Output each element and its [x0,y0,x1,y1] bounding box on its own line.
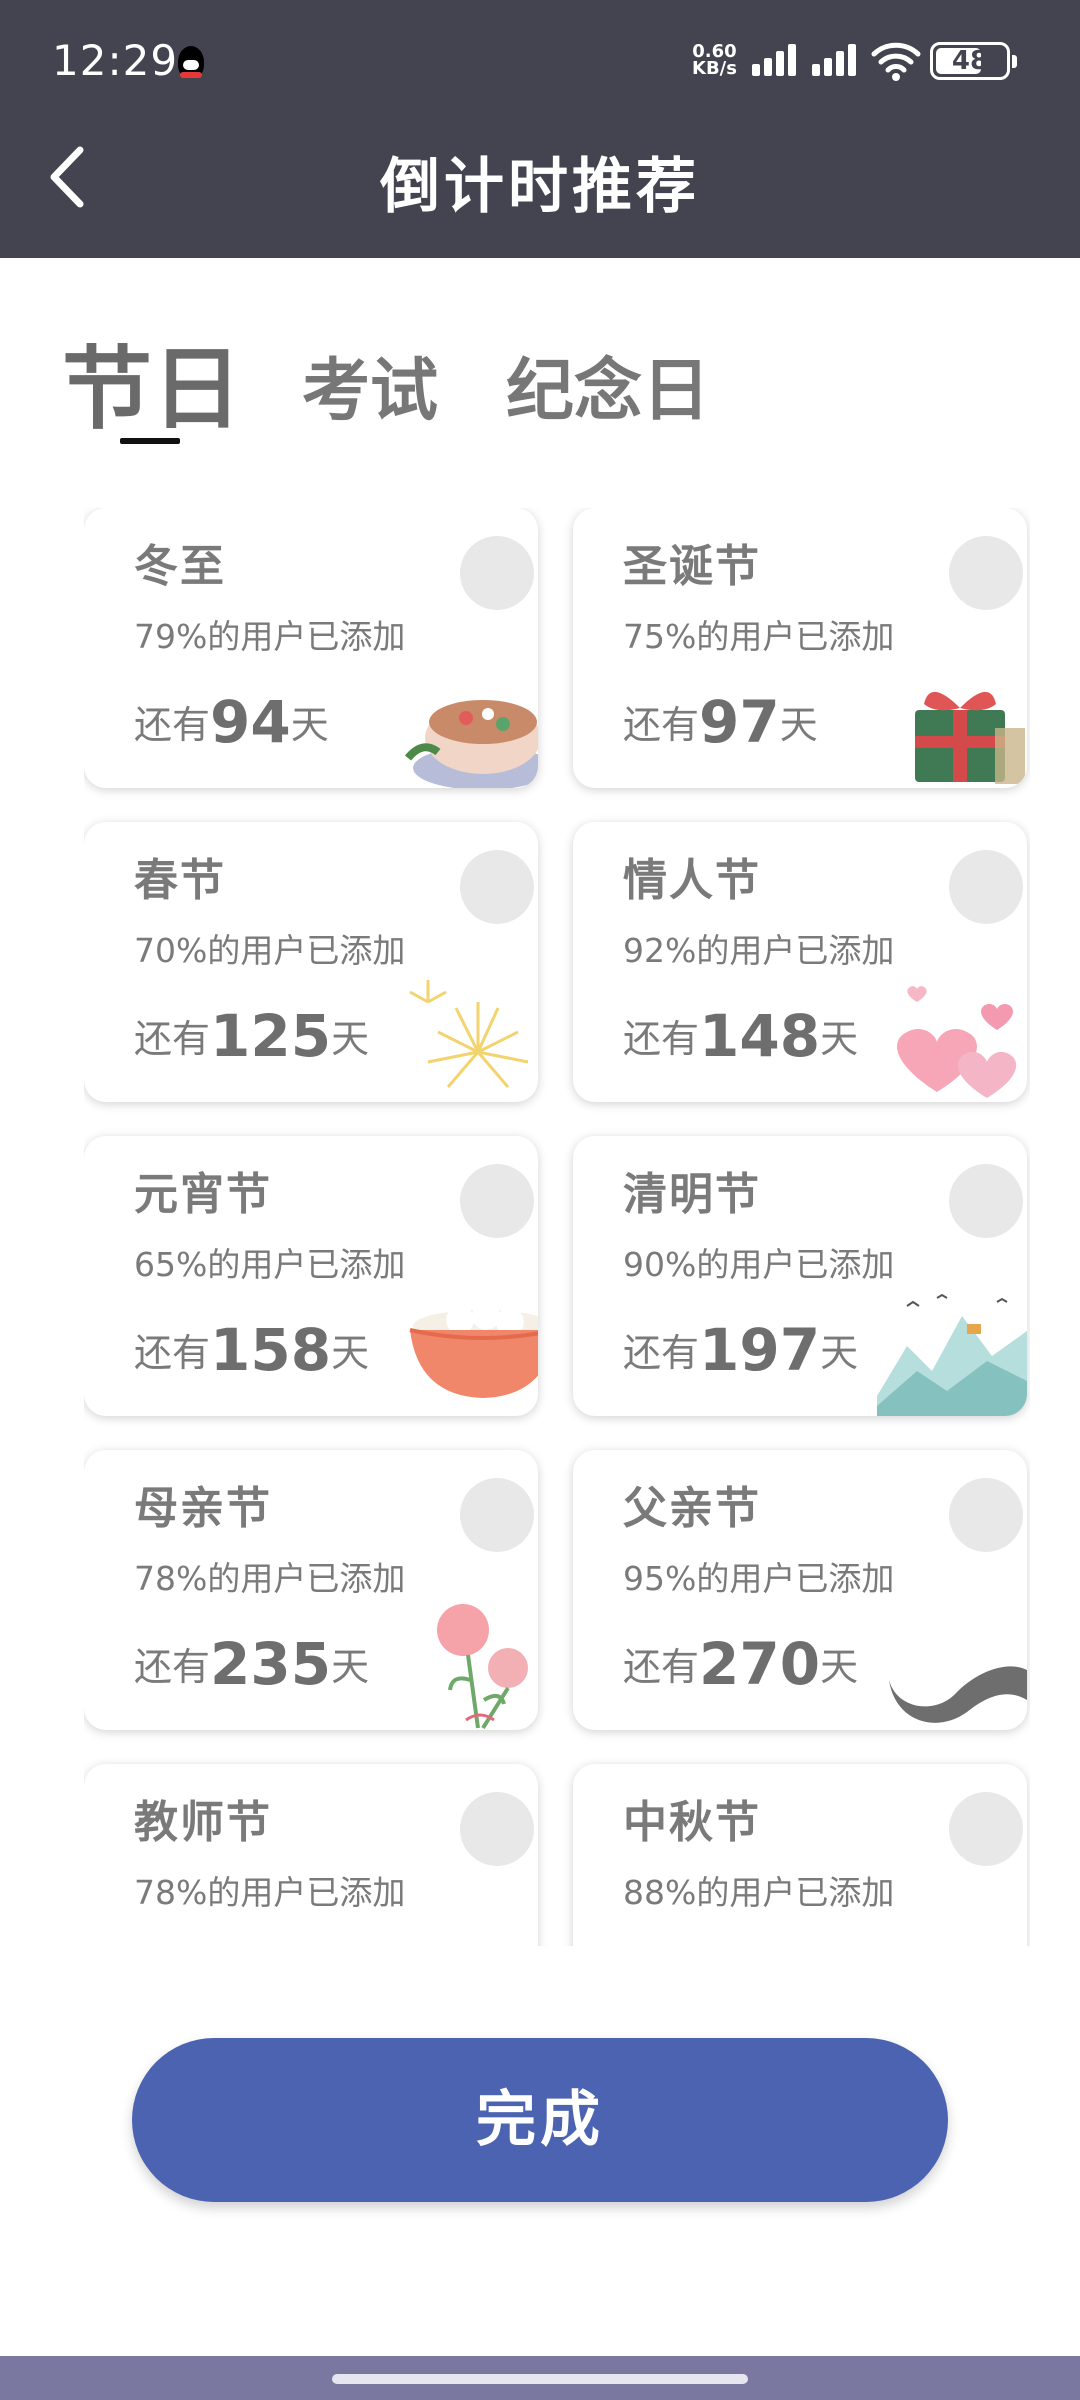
added-percent: 79%的用户已添加 [134,617,406,656]
festival-name: 父亲节 [623,1483,761,1534]
festival-name: 冬至 [134,541,226,592]
select-checkbox[interactable] [460,1478,534,1552]
added-percent: 78%的用户已添加 [134,1873,406,1912]
select-checkbox[interactable] [460,850,534,924]
hearts-illustration [897,986,1017,1098]
qq-icon [178,46,204,78]
battery-icon: 48 [930,42,1017,80]
festival-card-fathers-day[interactable]: 父亲节 95%的用户已添加 还有270天 [573,1450,1027,1730]
added-percent: 78%的用户已添加 [134,1559,406,1598]
done-button[interactable]: 完成 [132,2038,948,2202]
select-checkbox[interactable] [949,536,1023,610]
added-percent: 95%的用户已添加 [623,1559,895,1598]
added-percent: 88%的用户已添加 [623,1873,895,1912]
festival-card-mid-autumn[interactable]: 中秋节 88%的用户已添加 [573,1764,1027,1946]
select-checkbox[interactable] [949,1792,1023,1866]
festival-name: 教师节 [134,1797,272,1848]
app-header: 12:29 0.60 KB/s 48 倒计时推荐 [0,0,1080,258]
tangyuan-bowl-illustration [409,1302,538,1398]
added-percent: 75%的用户已添加 [623,617,895,656]
page-title: 倒计时推荐 [380,152,700,222]
wifi-icon [871,42,921,81]
days-remaining: 还有158天 [134,1316,370,1384]
select-checkbox[interactable] [460,536,534,610]
fireworks-illustration [409,980,529,1088]
festival-name: 中秋节 [623,1797,761,1848]
days-remaining: 还有94天 [134,688,329,756]
festival-grid: 冬至 79%的用户已添加 还有94天 圣诞节 75%的用户已添加 还有97天 春… [84,508,1030,1946]
festival-card-mothers-day[interactable]: 母亲节 78%的用户已添加 还有235天 [84,1450,538,1730]
added-percent: 65%的用户已添加 [134,1245,406,1284]
festival-card-spring-festival[interactable]: 春节 70%的用户已添加 还有125天 [84,822,538,1102]
select-checkbox[interactable] [460,1792,534,1866]
festival-name: 情人节 [623,855,761,906]
signal-icon [812,42,862,76]
network-speed-unit: KB/s [692,58,737,79]
days-remaining: 还有270天 [623,1630,859,1698]
festival-card-lantern-festival[interactable]: 元宵节 65%的用户已添加 还有158天 [84,1136,538,1416]
signal-icon [752,42,802,76]
select-checkbox[interactable] [460,1164,534,1238]
days-remaining: 还有148天 [623,1002,859,1070]
active-tab-indicator [120,438,180,444]
festival-name: 母亲节 [134,1483,272,1534]
teacher-illustration [388,1914,538,1946]
status-bar: 12:29 0.60 KB/s 48 [0,0,1080,120]
added-percent: 92%的用户已添加 [623,931,895,970]
mooncake-illustration [877,1914,1027,1946]
festival-card-qingming[interactable]: 清明节 90%的用户已添加 还有197天 [573,1136,1027,1416]
added-percent: 90%的用户已添加 [623,1245,895,1284]
status-time: 12:29 [52,36,179,85]
gift-box-illustration [915,691,1025,784]
days-remaining: 还有125天 [134,1002,370,1070]
tab-exam[interactable]: 考试 [302,335,438,434]
battery-level: 48 [951,46,989,76]
hotpot-illustration [404,700,538,788]
network-speed: 0.60 KB/s [692,43,737,79]
tab-festival[interactable]: 节日 [62,316,242,446]
festival-card-teachers-day[interactable]: 教师节 78%的用户已添加 [84,1764,538,1946]
added-percent: 70%的用户已添加 [134,931,406,970]
festival-card-winter-solstice[interactable]: 冬至 79%的用户已添加 还有94天 [84,508,538,788]
select-checkbox[interactable] [949,1478,1023,1552]
select-checkbox[interactable] [949,850,1023,924]
days-remaining: 还有235天 [134,1630,370,1698]
festival-card-valentines-day[interactable]: 情人节 92%的用户已添加 还有148天 [573,822,1027,1102]
festival-name: 清明节 [623,1169,761,1220]
days-remaining: 还有197天 [623,1316,859,1384]
tab-anniversary[interactable]: 纪念日 [506,335,710,434]
festival-name: 春节 [134,855,226,906]
mustache-illustration [889,1666,1027,1723]
mountains-illustration [877,1293,1027,1416]
days-remaining: 还有97天 [623,688,818,756]
festival-name: 圣诞节 [623,541,761,592]
festival-name: 元宵节 [134,1169,272,1220]
festival-card-christmas[interactable]: 圣诞节 75%的用户已添加 还有97天 [573,508,1027,788]
carnation-illustration [437,1604,528,1730]
select-checkbox[interactable] [949,1164,1023,1238]
home-indicator[interactable] [332,2374,748,2384]
